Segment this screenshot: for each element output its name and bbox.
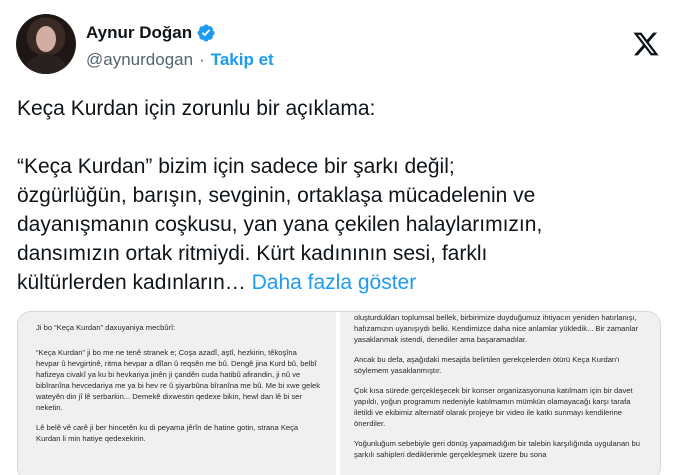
tweet-media[interactable]: Ji bo “Keça Kurdan” daxuyaniya mecbûrî: … [17, 311, 661, 475]
x-logo-icon[interactable] [632, 30, 660, 58]
verified-badge-icon [197, 24, 215, 42]
handle-row: @aynurdogan · Takip et [86, 49, 274, 71]
media-image-left[interactable]: Ji bo “Keça Kurdan” daxuyaniya mecbûrî: … [18, 312, 336, 475]
left-image-paragraph-2: Lê belê vê carê ji ber hincetên ku di pe… [36, 423, 299, 443]
tweet-text: Keça Kurdan için zorunlu bir açıklama: “… [17, 94, 667, 297]
right-image-paragraph-0: oluşturdukları toplumsal bellek, birbiri… [354, 313, 639, 344]
handle[interactable]: @aynurdogan [86, 50, 193, 70]
right-image-paragraph-3: Yoğunluğum sebebiyle geri dönüş yapamadı… [354, 439, 640, 459]
left-image-paragraph-1: “Keça Kurdan” ji bo me ne tenê stranek e… [36, 348, 321, 412]
separator-dot: · [199, 50, 205, 69]
follow-button[interactable]: Takip et [211, 50, 274, 70]
tweet-header: Aynur Doğan @aynurdogan · Takip et [16, 14, 660, 78]
show-more-link[interactable]: Daha fazla göster [252, 271, 417, 294]
avatar[interactable] [16, 14, 76, 74]
avatar-shoulders [22, 54, 70, 74]
media-image-right[interactable]: oluşturdukları toplumsal bellek, birbiri… [340, 312, 660, 475]
display-name[interactable]: Aynur Doğan [86, 23, 192, 43]
tweet-body: Keça Kurdan için zorunlu bir açıklama: “… [17, 97, 543, 294]
right-image-paragraph-2: Çok kısa sürede gerçekleşecek bir konser… [354, 386, 633, 428]
right-image-paragraph-1: Ancak bu defa, aşağıdaki mesajda belirti… [354, 355, 620, 375]
avatar-face [36, 26, 56, 52]
left-image-title: Ji bo “Keça Kurdan” daxuyaniya mecbûrî: [36, 323, 176, 332]
name-row: Aynur Doğan [86, 22, 216, 44]
